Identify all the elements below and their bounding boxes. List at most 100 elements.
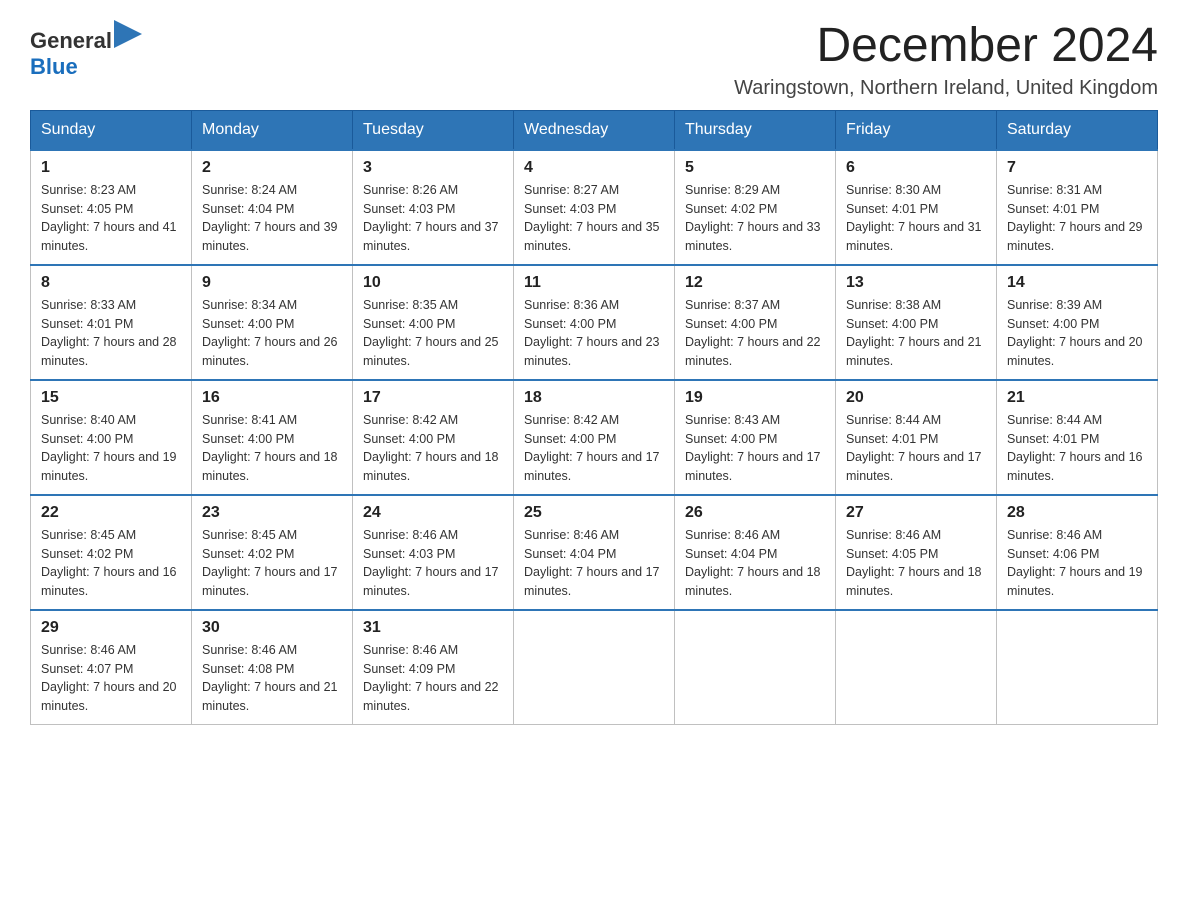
day-info: Sunrise: 8:41 AMSunset: 4:00 PMDaylight:… — [202, 411, 342, 486]
day-number: 24 — [363, 504, 503, 522]
calendar-cell: 7 Sunrise: 8:31 AMSunset: 4:01 PMDaylight… — [997, 150, 1158, 265]
calendar-week-row: 1Sunrise: 8:23 AMSunset: 4:05 PMDaylight… — [31, 150, 1158, 265]
day-number: 27 — [846, 504, 986, 522]
day-info: Sunrise: 8:45 AMSunset: 4:02 PMDaylight:… — [202, 526, 342, 601]
calendar-header-thursday: Thursday — [675, 110, 836, 150]
calendar-cell: 14Sunrise: 8:39 AMSunset: 4:00 PMDayligh… — [997, 265, 1158, 380]
calendar-cell — [675, 610, 836, 725]
day-number: 5 — [685, 159, 825, 177]
logo-arrow-icon — [114, 20, 142, 48]
day-info: Sunrise: 8:24 AMSunset: 4:04 PMDaylight:… — [202, 181, 342, 256]
day-info: Sunrise: 8:42 AMSunset: 4:00 PMDaylight:… — [363, 411, 503, 486]
day-number: 12 — [685, 274, 825, 292]
calendar-week-row: 8 Sunrise: 8:33 AMSunset: 4:01 PMDaylight… — [31, 265, 1158, 380]
logo-text: General — [30, 20, 142, 54]
day-info: Sunrise: 8:46 AMSunset: 4:08 PMDaylight:… — [202, 641, 342, 716]
page-title: December 2024 — [734, 20, 1158, 73]
calendar-cell: 3 Sunrise: 8:26 AMSunset: 4:03 PMDaylight… — [353, 150, 514, 265]
day-number: 30 — [202, 619, 342, 637]
calendar-header-tuesday: Tuesday — [353, 110, 514, 150]
day-info: Sunrise: 8:33 AMSunset: 4:01 PMDaylight:… — [41, 296, 181, 371]
calendar-cell: 8 Sunrise: 8:33 AMSunset: 4:01 PMDaylight… — [31, 265, 192, 380]
day-number: 25 — [524, 504, 664, 522]
day-number: 18 — [524, 389, 664, 407]
day-number: 21 — [1007, 389, 1147, 407]
day-info: Sunrise: 8:37 AMSunset: 4:00 PMDaylight:… — [685, 296, 825, 371]
calendar-cell: 6Sunrise: 8:30 AMSunset: 4:01 PMDaylight… — [836, 150, 997, 265]
day-number: 10 — [363, 274, 503, 292]
calendar-header-monday: Monday — [192, 110, 353, 150]
calendar-cell: 31 Sunrise: 8:46 AMSunset: 4:09 PMDayligh… — [353, 610, 514, 725]
day-info: Sunrise: 8:26 AMSunset: 4:03 PMDaylight:… — [363, 181, 503, 256]
calendar-cell: 21Sunrise: 8:44 AMSunset: 4:01 PMDayligh… — [997, 380, 1158, 495]
calendar-cell: 23 Sunrise: 8:45 AMSunset: 4:02 PMDayligh… — [192, 495, 353, 610]
calendar-cell: 29 Sunrise: 8:46 AMSunset: 4:07 PMDayligh… — [31, 610, 192, 725]
calendar-cell: 28 Sunrise: 8:46 AMSunset: 4:06 PMDayligh… — [997, 495, 1158, 610]
day-info: Sunrise: 8:46 AMSunset: 4:07 PMDaylight:… — [41, 641, 181, 716]
calendar-cell: 1Sunrise: 8:23 AMSunset: 4:05 PMDaylight… — [31, 150, 192, 265]
calendar-cell: 5Sunrise: 8:29 AMSunset: 4:02 PMDaylight… — [675, 150, 836, 265]
calendar-cell: 19 Sunrise: 8:43 AMSunset: 4:00 PMDayligh… — [675, 380, 836, 495]
day-info: Sunrise: 8:34 AMSunset: 4:00 PMDaylight:… — [202, 296, 342, 371]
day-number: 29 — [41, 619, 181, 637]
calendar-cell: 20 Sunrise: 8:44 AMSunset: 4:01 PMDayligh… — [836, 380, 997, 495]
day-info: Sunrise: 8:46 AMSunset: 4:04 PMDaylight:… — [524, 526, 664, 601]
calendar-cell: 12 Sunrise: 8:37 AMSunset: 4:00 PMDayligh… — [675, 265, 836, 380]
calendar-header-wednesday: Wednesday — [514, 110, 675, 150]
title-block: December 2024 Waringstown, Northern Irel… — [734, 20, 1158, 100]
calendar-cell: 25 Sunrise: 8:46 AMSunset: 4:04 PMDayligh… — [514, 495, 675, 610]
day-info: Sunrise: 8:45 AMSunset: 4:02 PMDaylight:… — [41, 526, 181, 601]
calendar-cell: 13Sunrise: 8:38 AMSunset: 4:00 PMDayligh… — [836, 265, 997, 380]
logo: General Blue — [30, 20, 142, 81]
calendar-cell: 26Sunrise: 8:46 AMSunset: 4:04 PMDayligh… — [675, 495, 836, 610]
calendar-cell: 11Sunrise: 8:36 AMSunset: 4:00 PMDayligh… — [514, 265, 675, 380]
day-info: Sunrise: 8:27 AMSunset: 4:03 PMDaylight:… — [524, 181, 664, 256]
day-info: Sunrise: 8:46 AMSunset: 4:03 PMDaylight:… — [363, 526, 503, 601]
day-info: Sunrise: 8:30 AMSunset: 4:01 PMDaylight:… — [846, 181, 986, 256]
calendar-cell: 22 Sunrise: 8:45 AMSunset: 4:02 PMDayligh… — [31, 495, 192, 610]
day-info: Sunrise: 8:35 AMSunset: 4:00 PMDaylight:… — [363, 296, 503, 371]
day-number: 2 — [202, 159, 342, 177]
calendar-cell: 16 Sunrise: 8:41 AMSunset: 4:00 PMDayligh… — [192, 380, 353, 495]
day-info: Sunrise: 8:44 AMSunset: 4:01 PMDaylight:… — [846, 411, 986, 486]
day-number: 22 — [41, 504, 181, 522]
calendar-cell: 17Sunrise: 8:42 AMSunset: 4:00 PMDayligh… — [353, 380, 514, 495]
day-info: Sunrise: 8:31 AMSunset: 4:01 PMDaylight:… — [1007, 181, 1147, 256]
day-number: 23 — [202, 504, 342, 522]
day-info: Sunrise: 8:46 AMSunset: 4:09 PMDaylight:… — [363, 641, 503, 716]
calendar-header-sunday: Sunday — [31, 110, 192, 150]
calendar-header-friday: Friday — [836, 110, 997, 150]
day-number: 19 — [685, 389, 825, 407]
calendar-header-saturday: Saturday — [997, 110, 1158, 150]
day-number: 14 — [1007, 274, 1147, 292]
day-number: 7 — [1007, 159, 1147, 177]
day-info: Sunrise: 8:46 AMSunset: 4:06 PMDaylight:… — [1007, 526, 1147, 601]
day-info: Sunrise: 8:46 AMSunset: 4:05 PMDaylight:… — [846, 526, 986, 601]
day-info: Sunrise: 8:36 AMSunset: 4:00 PMDaylight:… — [524, 296, 664, 371]
day-number: 3 — [363, 159, 503, 177]
day-number: 31 — [363, 619, 503, 637]
day-number: 16 — [202, 389, 342, 407]
calendar-cell: 2 Sunrise: 8:24 AMSunset: 4:04 PMDaylight… — [192, 150, 353, 265]
calendar-header-row: SundayMondayTuesdayWednesdayThursdayFrid… — [31, 110, 1158, 150]
calendar-cell: 10 Sunrise: 8:35 AMSunset: 4:00 PMDayligh… — [353, 265, 514, 380]
logo-blue-text: Blue — [30, 54, 142, 80]
calendar-cell — [514, 610, 675, 725]
day-number: 13 — [846, 274, 986, 292]
day-info: Sunrise: 8:43 AMSunset: 4:00 PMDaylight:… — [685, 411, 825, 486]
day-number: 8 — [41, 274, 181, 292]
calendar-cell — [836, 610, 997, 725]
calendar-cell: 30 Sunrise: 8:46 AMSunset: 4:08 PMDayligh… — [192, 610, 353, 725]
calendar-week-row: 29 Sunrise: 8:46 AMSunset: 4:07 PMDayligh… — [31, 610, 1158, 725]
calendar-cell — [997, 610, 1158, 725]
calendar-week-row: 15Sunrise: 8:40 AMSunset: 4:00 PMDayligh… — [31, 380, 1158, 495]
calendar-cell: 4 Sunrise: 8:27 AMSunset: 4:03 PMDaylight… — [514, 150, 675, 265]
day-number: 26 — [685, 504, 825, 522]
day-number: 4 — [524, 159, 664, 177]
page-subtitle: Waringstown, Northern Ireland, United Ki… — [734, 77, 1158, 100]
calendar-week-row: 22 Sunrise: 8:45 AMSunset: 4:02 PMDayligh… — [31, 495, 1158, 610]
day-number: 20 — [846, 389, 986, 407]
calendar-cell: 27 Sunrise: 8:46 AMSunset: 4:05 PMDayligh… — [836, 495, 997, 610]
day-number: 28 — [1007, 504, 1147, 522]
calendar-table: SundayMondayTuesdayWednesdayThursdayFrid… — [30, 110, 1158, 725]
